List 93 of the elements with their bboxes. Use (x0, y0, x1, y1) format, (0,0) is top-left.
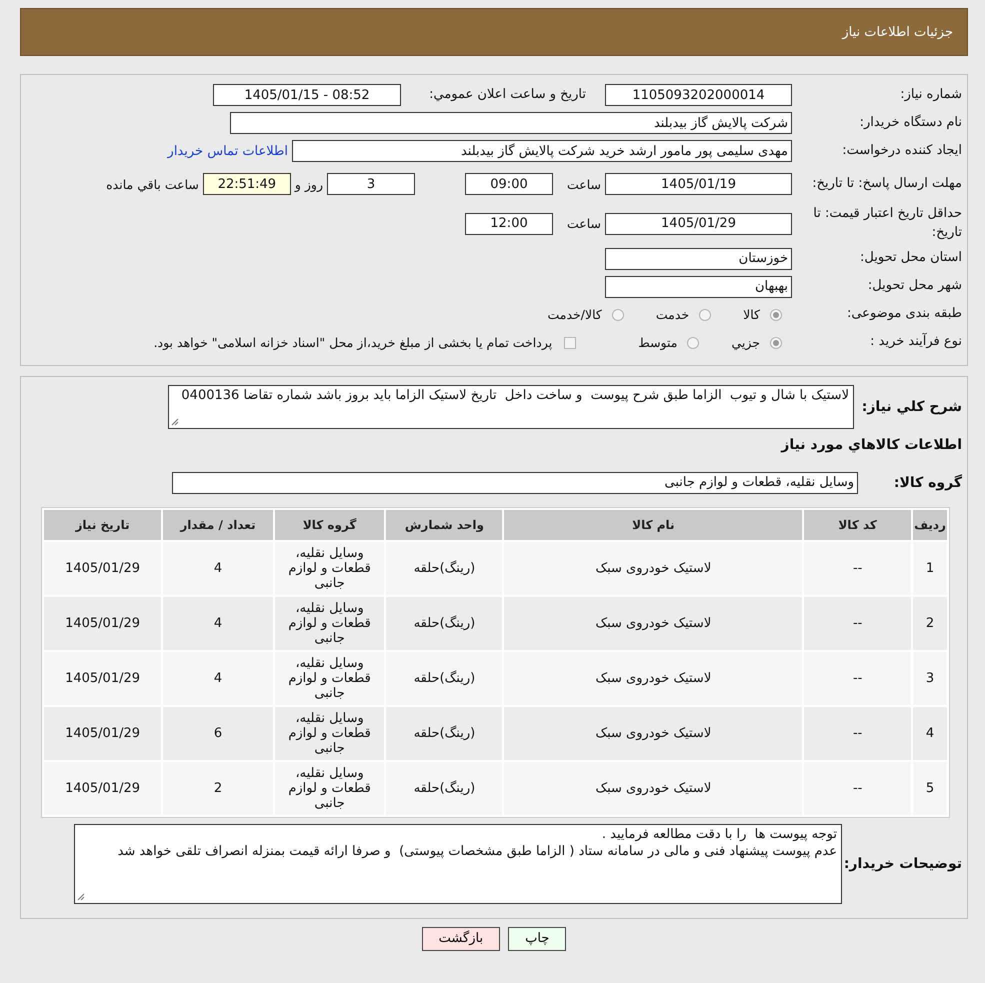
remaining-time-field: 22:51:49 (202, 173, 291, 195)
table-cell: وسایل نقلیه، قطعات و لوازم جانبی (274, 762, 384, 815)
table-cell: -- (804, 706, 912, 760)
checkbox-label: پرداخت تمام یا بخشی از مبلغ خرید،از محل "اسناد خزانه اسلامی" خواهد بود. (154, 335, 552, 350)
table-cell: (رینگ)حلقه (386, 762, 502, 815)
table-cell: (رینگ)حلقه (386, 706, 502, 760)
radio-label: متوسط (638, 335, 678, 350)
table-cell: 4 (913, 706, 947, 760)
column-header: تاریخ نیاز (44, 510, 162, 540)
table-cell: -- (804, 542, 912, 595)
need-number-field: 1105093202000014 (605, 84, 792, 106)
requester-field: مهدی سلیمی پور مامور ارشد خرید شرکت پالایش گاز بیدبلند (292, 140, 792, 162)
table-cell: وسایل نقلیه، قطعات و لوازم جانبی (274, 596, 384, 650)
table-cell: 2 (163, 762, 273, 815)
announce-date-field: 1405/01/15 - 08:52 (213, 84, 401, 106)
date-field: 1405/01/19 (605, 173, 792, 195)
field-label: گروه کالا: (892, 473, 963, 493)
radio-button[interactable] (770, 308, 782, 321)
table-cell: وسایل نقلیه، قطعات و لوازم جانبی (274, 542, 384, 595)
radio-label: جزيي (731, 335, 760, 350)
table-cell: 5 (913, 762, 947, 815)
table-cell: (رینگ)حلقه (386, 652, 502, 705)
table-cell: لاستیک خودروی سبک (504, 652, 802, 705)
buyer-notes-field[interactable]: توجه پیوست ها را با دقت مطالعه فرمایید . عدم پیوست پیشنهاد فنی و مالی در سامانه ستاد ( الزاما طبق مشخصات پیوستی) و صرفا ارائه قیمت بمنزله انصراف تلقی خواهد شد (74, 824, 842, 904)
radio-button[interactable] (612, 308, 624, 321)
table-cell: 4 (163, 652, 273, 705)
field-label: طبقه بندی موضوعی: (846, 305, 963, 324)
column-header: نام کالا (504, 510, 802, 540)
remaining-label: ساعت باقي مانده (106, 176, 199, 192)
table-cell: 1405/01/29 (44, 652, 162, 705)
table-cell: (رینگ)حلقه (386, 596, 502, 650)
radio-button[interactable] (770, 336, 782, 349)
table-cell: لاستیک خودروی سبک (504, 762, 802, 815)
section-heading: اطلاعات کالاهاي مورد نیاز (780, 436, 963, 455)
table-cell: لاستیک خودروی سبک (504, 542, 802, 595)
province-field: خوزستان (605, 248, 792, 270)
time-label: ساعت (566, 216, 601, 232)
print-button[interactable]: چاپ (508, 926, 566, 951)
radio-label: خدمت (656, 307, 690, 322)
field-label: نام دستگاه خریدار: (858, 114, 963, 132)
table-cell: وسایل نقلیه، قطعات و لوازم جانبی (274, 652, 384, 705)
table-cell: لاستیک خودروی سبک (504, 706, 802, 760)
resize-grip-icon (77, 892, 85, 901)
field-label: شماره نیاز: (899, 86, 963, 104)
table-cell: 2 (913, 596, 947, 650)
days-field: 3 (327, 173, 415, 195)
city-field: بهبهان (605, 276, 792, 298)
field-label: شهر محل تحویل: (866, 277, 963, 296)
contact-link[interactable]: اطلاعات تماس خریدار (168, 144, 288, 158)
time-label: ساعت (566, 176, 601, 192)
radio-button[interactable] (699, 308, 712, 321)
date-field: 1405/01/29 (605, 212, 792, 235)
table-cell: -- (804, 652, 912, 705)
description-field[interactable]: لاستیک با شال و تیوب الزاما طبق شرح پیوست و ساخت داخل تاریخ لاستیک الزاما باید بروز باشد شماره تقاضا 0400136 (168, 384, 854, 429)
column-header: واحد شمارش (386, 510, 502, 540)
back-button[interactable]: بازگشت (422, 926, 500, 951)
column-header: گروه کالا (274, 510, 384, 540)
field-label: استان محل تحویل: (859, 249, 963, 268)
resize-grip-icon (171, 418, 179, 426)
field-label: حداقل تاریخ اعتبار قیمت: تا تاریخ: (812, 205, 963, 242)
days-label: روز و (294, 176, 323, 192)
table-cell: 4 (163, 596, 273, 650)
field-label: تاریخ و ساعت اعلان عمومي: (428, 86, 587, 104)
field-label: ایجاد کننده درخواست: (841, 142, 963, 160)
radio-label: کالا (743, 307, 760, 322)
buyer-org-field: شرکت پالایش گاز بیدبلند (230, 112, 792, 134)
table-cell: 6 (163, 706, 273, 760)
goods-group-field: وسایل نقلیه، قطعات و لوازم جانبی (172, 472, 858, 494)
table-cell: 1 (913, 542, 947, 595)
column-header: تعداد / مقدار (163, 510, 273, 540)
table-cell: 1405/01/29 (44, 596, 162, 650)
table-cell: 1405/01/29 (44, 762, 162, 815)
table-cell: 1405/01/29 (44, 542, 162, 595)
radio-label: کالا/خدمت (547, 307, 602, 322)
column-header: کد کالا (804, 510, 912, 540)
table-cell: 1405/01/29 (44, 706, 162, 760)
table-cell: -- (804, 596, 912, 650)
field-label: توضیحات خریدار: (842, 854, 963, 874)
checkbox[interactable] (564, 336, 576, 349)
page-title: جزئیات اطلاعات نیاز (842, 24, 953, 40)
table-cell: -- (804, 762, 912, 815)
radio-button[interactable] (687, 336, 700, 349)
column-header: ردیف (913, 510, 947, 540)
field-label: مهلت ارسال پاسخ: تا تاریخ: (811, 174, 963, 193)
table-cell: 4 (163, 542, 273, 595)
table-cell: وسایل نقلیه، قطعات و لوازم جانبی (274, 706, 384, 760)
time-field: 12:00 (465, 212, 553, 235)
table-cell: 3 (913, 652, 947, 705)
table-cell: لاستیک خودروی سبک (504, 596, 802, 650)
field-label: شرح کلي نیاز: (860, 398, 963, 417)
field-label: نوع فرآیند خرید : (869, 333, 963, 352)
time-field: 09:00 (465, 173, 553, 195)
table-cell: (رینگ)حلقه (386, 542, 502, 595)
